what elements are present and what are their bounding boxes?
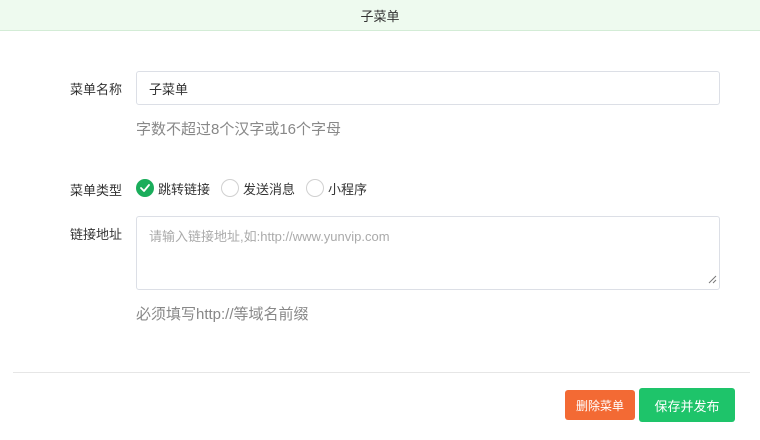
link-url-hint: 必须填写http://等域名前缀 [136,306,309,323]
radio-jump-link-label: 跳转链接 [158,181,211,197]
link-url-textarea[interactable]: 请输入链接地址,如:http://www.yunvip.com [136,216,720,290]
save-publish-button[interactable]: 保存并发布 [639,388,735,422]
delete-menu-button[interactable]: 删除菜单 [565,390,635,420]
radio-send-message[interactable]: 发送消息 [221,179,295,198]
menu-name-value: 子菜单 [149,81,189,97]
radio-send-message-label: 发送消息 [243,181,296,197]
radio-mini-program[interactable]: 小程序 [306,179,367,198]
radio-jump-link[interactable]: 跳转链接 [136,179,210,198]
menu-type-label: 菜单类型 [69,183,122,198]
radio-circle-icon [221,179,240,197]
radio-mini-program-label: 小程序 [328,181,368,197]
footer-divider [13,372,750,373]
submenu-header: 子菜单 [0,0,760,31]
menu-name-label: 菜单名称 [69,82,122,97]
header-title: 子菜单 [360,8,400,24]
menu-name-hint: 字数不超过8个汉字或16个字母 [136,121,342,138]
menu-name-input[interactable]: 子菜单 [136,71,720,105]
resize-handle-icon[interactable] [708,272,717,287]
link-url-placeholder: 请输入链接地址,如:http://www.yunvip.com [149,229,390,244]
check-circle-icon [136,179,154,197]
menu-type-radio-group: 跳转链接 发送消息 小程序 [136,178,378,198]
radio-circle-icon [306,179,325,197]
link-url-label: 链接地址 [69,227,122,242]
